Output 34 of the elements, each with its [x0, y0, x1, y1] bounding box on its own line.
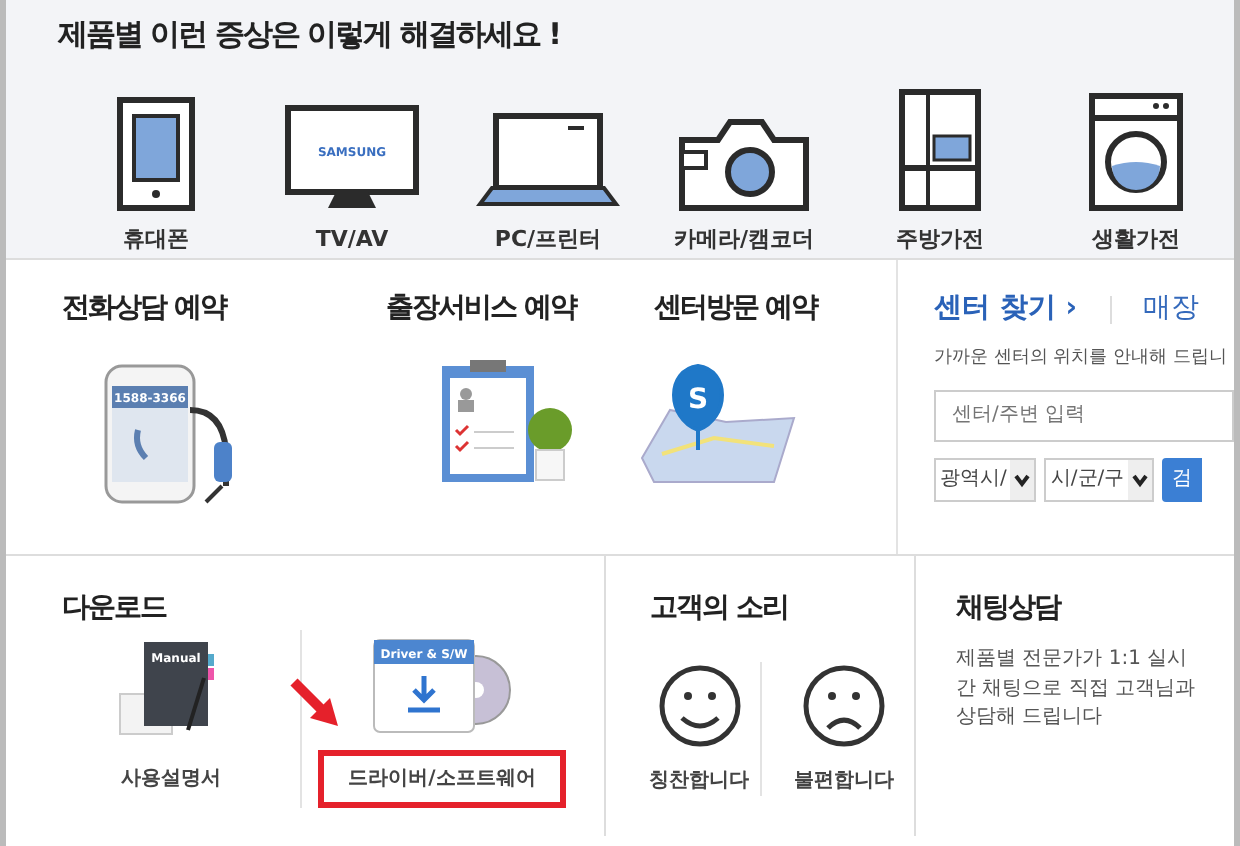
dropdown[interactable]: 광역시/ — [934, 457, 1037, 501]
tab[interactable]: 센터 찾기 › — [934, 288, 1078, 330]
tab[interactable]: 매장 — [1143, 288, 1200, 330]
feedback-link[interactable]: 칭찬합니다 — [649, 766, 749, 796]
search-field[interactable]: 센터/주변 입력 — [934, 389, 1235, 441]
laptop-icon — [476, 112, 620, 212]
category-link[interactable]: TV/AV — [315, 224, 389, 257]
section-title: 고객의 소리 — [650, 590, 790, 628]
description-text: 가까운 센터의 위치를 안내해 드립니 — [934, 346, 1229, 372]
section-title: 채팅상담 — [956, 590, 1063, 628]
camera-icon — [678, 116, 810, 212]
chevron-down-icon — [1010, 459, 1035, 499]
category-link[interactable]: 주방가전 — [896, 224, 984, 257]
chat-description: 제품별 전문가가 1:1 실시간 채팅으로 직접 고객님과 상담해 드립니다 — [956, 646, 1196, 732]
search-button[interactable]: 검 — [1162, 457, 1203, 501]
category-link[interactable]: 휴대폰 — [123, 224, 189, 257]
service-link[interactable]: 출장서비스 예약 — [385, 288, 654, 330]
chevron-down-icon — [1128, 459, 1153, 499]
smiley-face-icon — [655, 662, 743, 750]
sad-face-icon — [800, 662, 888, 750]
dropdown[interactable]: 시/군/구 — [1044, 457, 1155, 501]
category-link[interactable]: PC/프린터 — [494, 224, 602, 257]
service-link[interactable]: 전화상담 예약 — [62, 288, 330, 330]
section-heading: 제품별 이런 증상은 이렇게 해결하세요 ! — [58, 14, 562, 56]
section-title: 다운로드 — [62, 590, 169, 628]
category-link[interactable]: 카메라/캠코더 — [673, 224, 815, 257]
service-link[interactable]: 센터방문 예약 — [653, 288, 897, 330]
washing-machine-icon — [1088, 92, 1184, 212]
download-link[interactable]: 드라이버/소프트웨어 — [318, 750, 566, 808]
download-link[interactable]: 사용설명서 — [91, 750, 251, 808]
refrigerator-icon — [898, 88, 982, 212]
category-link[interactable]: 생활가전 — [1092, 224, 1180, 257]
feedback-link[interactable]: 불편합니다 — [794, 766, 894, 796]
phone-icon — [116, 96, 196, 212]
